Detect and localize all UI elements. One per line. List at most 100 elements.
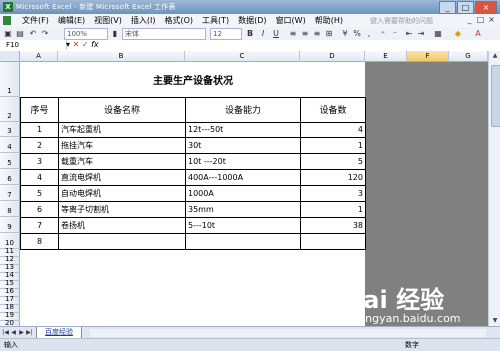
row-header-5[interactable]: 5	[0, 153, 20, 169]
italic-button[interactable]: I	[258, 28, 268, 39]
comma-icon[interactable]: ,	[364, 28, 374, 39]
table-cell[interactable]: 6	[20, 200, 59, 218]
table-cell[interactable]: 汽车起重机	[58, 121, 186, 138]
table-cell[interactable]: 1000A	[185, 184, 301, 202]
cancel-icon[interactable]: ✕	[73, 40, 80, 49]
table-cell[interactable]: 7	[20, 216, 59, 234]
select-all-button[interactable]	[0, 51, 20, 62]
prev-sheet-icon[interactable]: ◀	[10, 328, 17, 338]
table-cell[interactable]: 3	[20, 152, 59, 170]
table-cell[interactable]: 卷扬机	[58, 216, 186, 234]
table-cell[interactable]	[300, 232, 366, 250]
align-left-icon[interactable]: ≡	[288, 28, 298, 39]
merge-center-icon[interactable]: ⊞	[324, 28, 334, 39]
menu-format[interactable]: 格式(O)	[164, 15, 193, 26]
table-cell[interactable]: 1	[300, 200, 366, 218]
menu-window[interactable]: 窗口(W)	[276, 15, 306, 26]
undo-icon[interactable]: ↶	[28, 28, 38, 39]
row-header-2[interactable]: 2	[0, 97, 20, 122]
column-header-f[interactable]: F	[407, 51, 449, 62]
table-cell[interactable]: 1	[300, 136, 366, 154]
horizontal-scrollbar[interactable]	[90, 329, 486, 337]
table-cell[interactable]: 直流电焊机	[58, 168, 186, 186]
table-cell[interactable]: 8	[20, 232, 59, 250]
column-header-g[interactable]: G	[449, 51, 488, 62]
table-cell[interactable]: 拖挂汽车	[58, 136, 186, 154]
underline-button[interactable]: U	[271, 28, 281, 39]
font-size-select[interactable]: 12	[210, 28, 242, 40]
bold-button[interactable]: B	[245, 28, 255, 39]
row-header-4[interactable]: 4	[0, 137, 20, 153]
table-cell[interactable]: 自动电焊机	[58, 184, 186, 202]
first-sheet-icon[interactable]: |◀	[2, 328, 9, 338]
table-cell[interactable]: 38	[300, 216, 366, 234]
column-header-a[interactable]: A	[20, 51, 58, 62]
table-cell[interactable]: 35mm	[185, 200, 301, 218]
decrease-decimal-icon[interactable]: ⁻	[390, 28, 400, 39]
scroll-up-icon[interactable]: ▲	[489, 51, 500, 61]
name-box[interactable]: F10	[0, 40, 67, 50]
column-header-d[interactable]: D	[300, 51, 365, 62]
table-cell[interactable]: 30t	[185, 136, 301, 154]
column-header-c[interactable]: C	[185, 51, 300, 62]
redo-icon[interactable]: ↷	[40, 28, 50, 39]
row-header-9[interactable]: 9	[0, 217, 20, 233]
increase-decimal-icon[interactable]: ⁺	[378, 28, 388, 39]
font-color-icon[interactable]: A	[472, 28, 484, 39]
table-cell[interactable]: 5---10t	[185, 216, 301, 234]
table-cell[interactable]: 5	[20, 184, 59, 202]
table-cell[interactable]: 120	[300, 168, 366, 186]
percent-icon[interactable]: %	[352, 28, 362, 39]
menu-tools[interactable]: 工具(T)	[202, 15, 229, 26]
borders-icon[interactable]: ▦	[432, 28, 444, 39]
sheet-title[interactable]: 主要生产设备状况	[20, 62, 366, 98]
align-center-icon[interactable]: ≡	[300, 28, 310, 39]
row-header-8[interactable]: 8	[0, 201, 20, 217]
fill-color-icon[interactable]: ◆	[452, 28, 464, 39]
table-cell[interactable]: 3	[300, 184, 366, 202]
workbook-minimize-button[interactable]: _	[465, 15, 474, 25]
decrease-indent-icon[interactable]: ⇤	[404, 28, 414, 39]
scroll-down-icon[interactable]: ▼	[489, 316, 500, 326]
menu-data[interactable]: 数据(D)	[238, 15, 266, 26]
table-cell[interactable]	[58, 232, 186, 250]
close-button[interactable]: ×	[475, 1, 497, 14]
row-header-3[interactable]: 3	[0, 122, 20, 137]
row-header-1[interactable]: 1	[0, 62, 20, 97]
column-header-e[interactable]: E	[365, 51, 407, 62]
table-cell[interactable]: 1	[20, 121, 59, 138]
table-cell[interactable]: 10t ---20t	[185, 152, 301, 170]
dropdown-arrow-icon[interactable]: ▾	[66, 40, 70, 49]
column-header-b[interactable]: B	[58, 51, 185, 62]
table-cell[interactable]	[185, 232, 301, 250]
menu-insert[interactable]: 插入(I)	[131, 15, 156, 26]
vertical-scrollbar[interactable]: ▲ ▼	[488, 51, 500, 326]
zoom-select[interactable]: 100%	[64, 28, 108, 40]
help-search-input[interactable]: 键入需要帮助的问题	[370, 16, 433, 26]
scroll-thumb[interactable]	[491, 65, 500, 127]
table-cell[interactable]: 2	[20, 136, 59, 154]
insert-function-button[interactable]: fx	[91, 40, 99, 49]
table-cell[interactable]: 载重汽车	[58, 152, 186, 170]
table-cell[interactable]: 4	[300, 121, 366, 138]
workbook-close-button[interactable]: ×	[487, 15, 496, 25]
last-sheet-icon[interactable]: ▶|	[26, 328, 33, 338]
workbook-icon[interactable]	[3, 16, 11, 25]
menu-file[interactable]: 文件(F)	[22, 15, 49, 26]
align-right-icon[interactable]: ≡	[312, 28, 322, 39]
increase-indent-icon[interactable]: ⇥	[416, 28, 426, 39]
table-cell[interactable]: 12t---50t	[185, 121, 301, 138]
print-icon[interactable]: ▤	[15, 28, 25, 39]
menu-edit[interactable]: 编辑(E)	[58, 15, 85, 26]
header-cell-index[interactable]: 序号	[20, 96, 59, 123]
table-cell[interactable]: 等离子切割机	[58, 200, 186, 218]
row-header-6[interactable]: 6	[0, 169, 20, 185]
excel-app-icon[interactable]: X	[3, 2, 13, 12]
next-sheet-icon[interactable]: ▶	[18, 328, 25, 338]
maximize-button[interactable]: □	[457, 1, 474, 14]
table-cell[interactable]: 5	[300, 152, 366, 170]
row-header-7[interactable]: 7	[0, 185, 20, 201]
menu-help[interactable]: 帮助(H)	[315, 15, 343, 26]
header-cell-count[interactable]: 设备数	[300, 96, 366, 123]
minimize-button[interactable]: _	[439, 1, 456, 14]
